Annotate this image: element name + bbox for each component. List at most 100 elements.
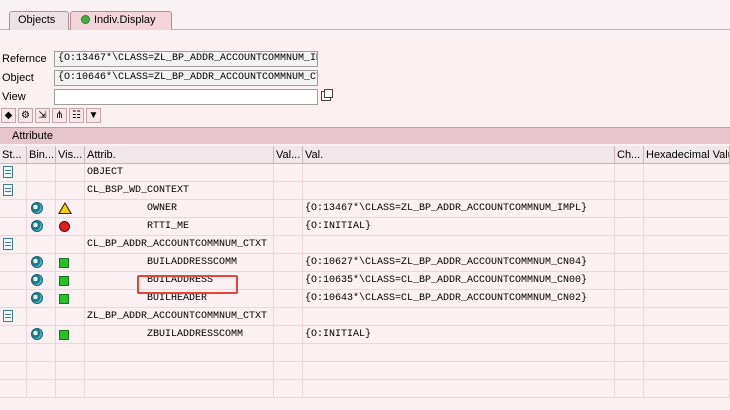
tab-objects[interactable]: Objects (9, 11, 69, 30)
document-icon (3, 184, 13, 196)
tree-icon[interactable]: ⋔ (52, 108, 67, 123)
changed-cell (615, 218, 644, 236)
visibility-cell (56, 200, 85, 218)
tab-bar: Objects Indiv.Display (0, 0, 730, 38)
table-row[interactable] (0, 362, 730, 380)
document-icon (3, 166, 13, 178)
binding-icon (31, 256, 43, 268)
table-row[interactable]: CL_BSP_WD_CONTEXT (0, 182, 730, 200)
visibility-cell (56, 380, 85, 398)
visibility-cell (56, 164, 85, 182)
changed-cell (615, 236, 644, 254)
filter-icon[interactable]: ▼ (86, 108, 101, 123)
col-value-type[interactable]: Val... (274, 146, 303, 164)
hex-value-cell (644, 164, 730, 182)
col-changed[interactable]: Ch... (615, 146, 644, 164)
value-cell (303, 164, 615, 182)
binding-cell (27, 272, 56, 290)
binding-cell (27, 344, 56, 362)
tab-indiv-display[interactable]: Indiv.Display (70, 11, 172, 30)
green-square-icon (59, 258, 69, 268)
attribute-cell (85, 362, 274, 380)
changed-cell (615, 164, 644, 182)
binding-icon (31, 328, 43, 340)
value-cell (303, 236, 615, 254)
col-value[interactable]: Val. (303, 146, 615, 164)
status-cell (0, 182, 27, 200)
binding-icon (31, 292, 43, 304)
hex-value-cell (644, 236, 730, 254)
visibility-cell (56, 362, 85, 380)
col-visibility[interactable]: Vis... (56, 146, 85, 164)
changed-cell (615, 254, 644, 272)
expand-icon[interactable]: ⇲ (35, 108, 50, 123)
visibility-cell (56, 344, 85, 362)
binding-cell (27, 218, 56, 236)
reference-field[interactable]: {O:13467*\CLASS=ZL_BP_ADDR_ACCOUNTCOMMNU… (54, 51, 318, 67)
table-row[interactable] (0, 380, 730, 398)
changed-cell (615, 362, 644, 380)
hex-value-cell (644, 290, 730, 308)
col-status[interactable]: St... (0, 146, 27, 164)
col-attribute[interactable]: Attrib. (85, 146, 274, 164)
view-label: View (2, 91, 26, 103)
binding-cell (27, 380, 56, 398)
table-row[interactable] (0, 344, 730, 362)
table-row[interactable]: BUILADDRESS {O:10635*\CLASS=CL_BP_ADDR_AC… (0, 272, 730, 290)
hex-value-cell (644, 200, 730, 218)
value-type-cell (274, 272, 303, 290)
status-cell (0, 380, 27, 398)
value-cell (303, 380, 615, 398)
value-type-cell (274, 200, 303, 218)
col-hex-value[interactable]: Hexadecimal Value (644, 146, 730, 164)
hex-value-cell (644, 380, 730, 398)
value-cell (303, 182, 615, 200)
tag-icon[interactable]: ◆ (1, 108, 16, 123)
status-cell (0, 200, 27, 218)
table-row[interactable]: BUILADDRESSCOMM {O:10627*\CLASS=ZL_BP_ADD… (0, 254, 730, 272)
attribute-cell: CL_BSP_WD_CONTEXT (85, 182, 274, 200)
binding-cell (27, 164, 56, 182)
object-field[interactable]: {O:10646*\CLASS=ZL_BP_ADDR_ACCOUNTCOMMNU… (54, 70, 318, 86)
table-row[interactable]: CL_BP_ADDR_ACCOUNTCOMMNUM_CTXT (0, 236, 730, 254)
value-cell: {O:10627*\CLASS=ZL_BP_ADDR_ACCOUNTCOMMNU… (303, 254, 615, 272)
table-row[interactable]: ZBUILADDRESSCOMM {O:INITIAL} (0, 326, 730, 344)
table-row[interactable]: ZL_BP_ADDR_ACCOUNTCOMMNUM_CTXT (0, 308, 730, 326)
hierarchy-icon[interactable]: ☷ (69, 108, 84, 123)
attribute-cell (85, 344, 274, 362)
value-type-cell (274, 344, 303, 362)
changed-cell (615, 290, 644, 308)
col-binding[interactable]: Bin... (27, 146, 56, 164)
status-cell (0, 236, 27, 254)
table-header: St... Bin... Vis... Attrib. Val... Val. … (0, 146, 730, 164)
attribute-table: St... Bin... Vis... Attrib. Val... Val. … (0, 146, 730, 410)
binding-cell (27, 308, 56, 326)
binding-cell (27, 236, 56, 254)
table-row[interactable]: OBJECT (0, 164, 730, 182)
settings-icon[interactable]: ⚙ (18, 108, 33, 123)
value-type-cell (274, 236, 303, 254)
value-type-cell (274, 290, 303, 308)
status-cell (0, 272, 27, 290)
copy-icon[interactable] (321, 89, 333, 101)
value-type-cell (274, 362, 303, 380)
table-row[interactable]: RTTI_ME {O:INITIAL} (0, 218, 730, 236)
status-cell (0, 218, 27, 236)
table-row[interactable]: OWNER {O:13467*\CLASS=ZL_BP_ADDR_ACCOUNTC… (0, 200, 730, 218)
value-type-cell (274, 380, 303, 398)
status-cell (0, 308, 27, 326)
binding-cell (27, 254, 56, 272)
status-cell (0, 326, 27, 344)
status-cell (0, 254, 27, 272)
visibility-cell (56, 182, 85, 200)
reference-label: Refernce (2, 53, 47, 65)
value-cell (303, 344, 615, 362)
table-row[interactable]: BUILHEADER {O:10643*\CLASS=CL_BP_ADDR_ACC… (0, 290, 730, 308)
tab-indiv-display-label: Indiv.Display (94, 14, 156, 26)
tab-objects-label: Objects (18, 14, 56, 26)
binding-icon (31, 274, 43, 286)
value-cell: {O:10643*\CLASS=CL_BP_ADDR_ACCOUNTCOMMNU… (303, 290, 615, 308)
visibility-cell (56, 218, 85, 236)
document-icon (3, 238, 13, 250)
view-input[interactable] (54, 89, 318, 105)
